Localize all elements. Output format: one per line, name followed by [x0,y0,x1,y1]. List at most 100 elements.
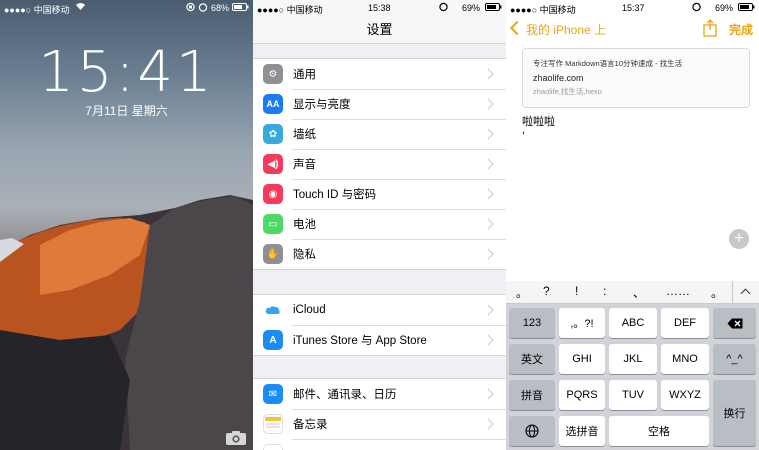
card-tags: zhaolife,找生活,hexo [533,87,602,96]
nav-bar: 我的 iPhone 上 完成 [506,16,759,43]
space-key[interactable]: 空格 [609,416,709,446]
settings-group-accounts: iCloud A iTunes Store 与 App Store [253,294,506,356]
key-wxyz[interactable]: WXYZ [661,380,709,410]
notes-screen: ●●●●○ 中国移动 15:37 69% 我的 iPhone 上 完成 专注写作… [506,0,759,450]
chevron-right-icon [482,334,494,346]
row-label: iTunes Store 与 App Store [293,335,427,347]
row-label: 隐私 [293,249,316,261]
alarm-icon [198,2,208,14]
reminders-icon [263,444,283,450]
key-abc[interactable]: ABC [609,308,657,338]
share-icon[interactable] [703,19,717,40]
notes-icon [263,414,283,434]
settings-row-display[interactable]: AA 显示与亮度 [253,89,506,119]
key-123[interactable]: 123 [509,308,555,338]
key-punct[interactable]: ,。?! [559,308,605,338]
back-button[interactable]: 我的 iPhone 上 [509,20,607,38]
status-clock: 15:37 [622,3,645,13]
settings-row-touchid[interactable]: ◉ Touch ID 与密码 [253,179,506,209]
emoticon-key[interactable]: ^_^ [713,344,756,374]
add-icon[interactable]: + [729,229,749,249]
card-title: 专注写作 Markdown语言10分钟速成 - 找生活 [533,59,683,68]
globe-icon [525,424,539,438]
display-icon: AA [263,94,283,114]
note-body-second[interactable]: , [522,124,525,136]
status-clock: 15:38 [368,3,391,13]
settings-row-notes[interactable]: 备忘录 [253,409,506,439]
chevron-right-icon [482,68,494,80]
card-domain: zhaolife.com [533,73,584,83]
settings-row-sound[interactable]: ◀) 声音 [253,149,506,179]
key-english[interactable]: 英文 [509,344,555,374]
wifi-icon [75,2,86,13]
symbol-key[interactable]: 、 [633,284,645,301]
link-preview-card[interactable]: 专注写作 Markdown语言10分钟速成 - 找生活 zhaolife.com… [522,48,750,108]
delete-key[interactable] [713,308,756,338]
chevron-right-icon [482,418,494,430]
battery-icon [232,3,249,13]
cloud-icon [263,300,283,320]
appstore-icon: A [263,330,283,350]
symbol-key[interactable]: 。 [711,284,723,301]
settings-row-battery[interactable]: ▭ 电池 [253,209,506,239]
lock-rotation-icon [439,2,448,14]
battery-icon: ▭ [263,214,283,234]
settings-group-apps: ✉ 邮件、通讯录、日历 备忘录 [253,378,506,450]
row-label: 电池 [293,219,316,231]
settings-screen: ●●●●○ 中国移动 15:38 69% 设置 ⚙ 通用 AA 显示与亮度 ✿ … [253,0,506,450]
note-body-text[interactable]: 啦啦啦 [522,113,555,129]
key-tuv[interactable]: TUV [609,380,657,410]
key-select-pinyin[interactable]: 选拼音 [559,416,605,446]
symbol-key[interactable]: 。 [516,284,528,301]
chevron-right-icon [482,98,494,110]
battery-icon [738,3,755,13]
key-pinyin[interactable]: 拼音 [509,380,555,410]
row-label: 通用 [293,69,316,81]
row-label: iCloud [293,304,326,316]
symbol-key[interactable]: ? [543,284,550,298]
chevron-up-icon [740,288,751,299]
status-bar: ●●●●○ 中国移动 15:37 69% [506,0,759,16]
chevron-left-icon [509,20,525,36]
status-bar: ●●●●○ 中国移动 15:38 69% [253,0,506,16]
back-label: 我的 iPhone 上 [526,23,607,37]
settings-row-wallpaper[interactable]: ✿ 墙纸 [253,119,506,149]
key-ghi[interactable]: GHI [559,344,605,374]
settings-row-general[interactable]: ⚙ 通用 [253,59,506,89]
symbol-key[interactable]: …… [666,284,690,298]
carrier-label: ●●●●○ 中国移动 [4,5,70,15]
row-label: 显示与亮度 [293,99,351,111]
symbol-key[interactable]: : [603,284,606,298]
symbol-key[interactable]: ! [575,284,578,298]
battery-percent: 69% [714,3,733,13]
settings-row-partial[interactable] [253,439,506,450]
chevron-right-icon [482,188,494,200]
battery-percent: 68% [210,3,229,13]
lock-date: 7月11日 星期六 [85,104,168,118]
hand-icon: ✋ [263,244,283,264]
row-label: 声音 [293,159,316,171]
globe-key[interactable] [509,416,555,446]
return-key[interactable]: 换行 [713,380,756,446]
lock-rotation-icon [186,2,195,14]
row-label: 墙纸 [293,129,316,141]
done-button[interactable]: 完成 [729,21,753,38]
keyboard: 。 ? ! : 、 …… 。 123 ,。?! ABC DEF 英文 GHI J… [506,281,759,450]
carrier-label: ●●●●○ 中国移动 [257,5,323,15]
key-pqrs[interactable]: PQRS [559,380,605,410]
settings-row-mail[interactable]: ✉ 邮件、通讯录、日历 [253,379,506,409]
settings-row-privacy[interactable]: ✋ 隐私 [253,239,506,269]
chevron-right-icon [482,248,494,260]
chevron-right-icon [482,158,494,170]
key-jkl[interactable]: JKL [609,344,657,374]
row-label: 备忘录 [293,419,328,431]
expand-symbols-button[interactable] [732,281,759,303]
mail-icon: ✉ [263,384,283,404]
wallpaper-icon: ✿ [263,124,283,144]
key-def[interactable]: DEF [661,308,709,338]
settings-row-icloud[interactable]: iCloud [253,295,506,325]
settings-row-appstore[interactable]: A iTunes Store 与 App Store [253,325,506,355]
camera-icon[interactable] [225,430,247,446]
key-mno[interactable]: MNO [661,344,709,374]
status-bar: ●●●●○ 中国移动 68% [0,0,253,16]
